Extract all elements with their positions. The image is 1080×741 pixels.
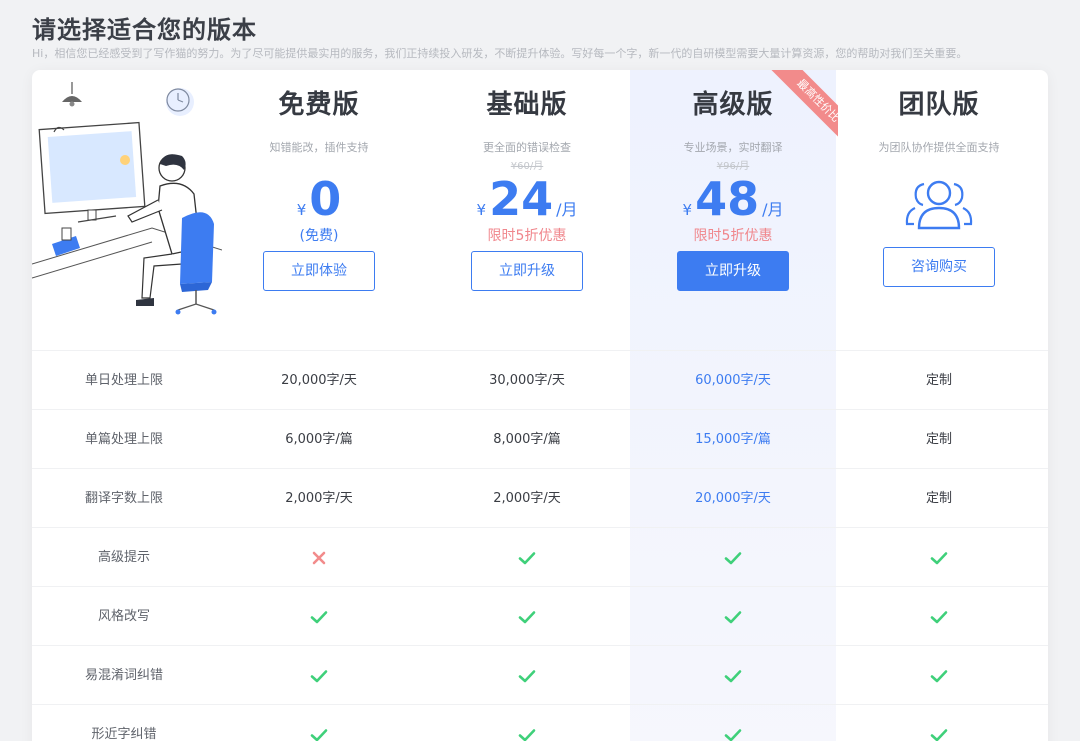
plan-basic: 基础版 更全面的错误检查 ¥60/月 ¥ 24 /月 限时5折优惠 立即升级 [424,70,630,315]
team-icon [836,171,1042,237]
plan-desc: 为团队协作提供全面支持 [878,141,1000,154]
feature-label: 易混淆词纠错 [84,668,163,683]
check-icon [424,587,630,646]
plan-old-price [216,157,422,171]
feature-value: 2,000字/天 [493,491,561,506]
feature-label: 单日处理上限 [84,373,163,388]
check-icon [424,528,630,587]
feature-value: 定制 [925,432,952,447]
check-icon [630,528,836,587]
plan-desc: 知错能改，插件支持 [269,141,369,154]
price-unit: /月 [556,200,578,219]
price-unit: /月 [762,200,784,219]
plan-name: 团队版 [898,90,980,120]
check-icon [630,646,836,705]
feature-row: 形近字纠错 [32,704,1048,741]
price-value: 48 [695,172,760,226]
check-icon [424,646,630,705]
currency: ¥ [296,201,307,219]
check-icon [630,705,836,741]
best-value-ribbon: 最高性价比 [750,70,838,158]
feature-row: 风格改写 [32,586,1048,645]
plan-old-price: ¥60/月 [510,161,544,172]
feature-value: 定制 [925,491,952,506]
check-icon [836,587,1042,646]
feature-value: 20,000字/天 [695,491,771,506]
feature-row: 单篇处理上限 6,000字/篇 8,000字/篇 15,000字/篇 定制 [32,409,1048,468]
upgrade-basic-button[interactable]: 立即升级 [471,251,583,291]
plan-note: 限时5折优惠 [693,228,773,244]
plan-note: 限时5折优惠 [487,228,567,244]
feature-value: 8,000字/篇 [493,432,561,447]
feature-label: 形近字纠错 [91,727,157,741]
check-icon [216,587,422,646]
upgrade-advanced-button[interactable]: 立即升级 [677,251,789,291]
check-icon [836,705,1042,741]
feature-value: 30,000字/天 [489,373,565,388]
feature-row: 单日处理上限 20,000字/天 30,000字/天 60,000字/天 定制 [32,350,1048,409]
feature-label: 风格改写 [97,609,150,624]
feature-value: 60,000字/天 [695,373,771,388]
check-icon [836,528,1042,587]
currency: ¥ [682,201,693,219]
feature-value: 2,000字/天 [285,491,353,506]
feature-label: 翻译字数上限 [84,491,163,506]
consult-buy-button[interactable]: 咨询购买 [883,247,995,287]
feature-row: 易混淆词纠错 [32,645,1048,704]
feature-value: 定制 [925,373,952,388]
check-icon [630,587,836,646]
pricing-card: 免费版 知错能改，插件支持 ¥ 0 (免费) 立即体验 基础版 更全面的错误检查… [32,70,1048,741]
plan-note: (免费) [299,228,339,244]
check-icon [836,646,1042,705]
ribbon-label: 最高性价比 [767,70,838,152]
page-title: 请选择适合您的版本 [32,16,257,44]
check-icon [424,705,630,741]
plan-old-price: ¥96/月 [716,161,750,172]
price: ¥ 24 /月 [424,173,630,225]
feature-row: 高级提示 [32,527,1048,586]
try-now-button[interactable]: 立即体验 [263,251,375,291]
check-icon [216,646,422,705]
currency: ¥ [476,201,487,219]
feature-value: 20,000字/天 [281,373,357,388]
check-icon [216,705,422,741]
price: ¥ 0 [216,173,422,225]
feature-label: 单篇处理上限 [84,432,163,447]
plan-free: 免费版 知错能改，插件支持 ¥ 0 (免费) 立即体验 [216,70,422,315]
office-illustration [32,82,222,315]
price: ¥ 48 /月 [630,173,836,225]
cross-icon [216,528,422,587]
feature-value: 6,000字/篇 [285,432,353,447]
plan-team: 团队版 为团队协作提供全面支持 咨询购买 [836,70,1042,315]
feature-row: 翻译字数上限 2,000字/天 2,000字/天 20,000字/天 定制 [32,468,1048,527]
feature-value: 15,000字/篇 [695,432,771,447]
plan-desc: 更全面的错误检查 [483,141,571,154]
plan-name: 基础版 [486,90,568,120]
price-value: 24 [489,172,554,226]
page-subtitle: Hi，相信您已经感受到了写作猫的努力。为了尽可能提供最实用的服务，我们正持续投入… [32,47,968,60]
price-value: 0 [309,172,342,226]
plan-name: 免费版 [278,90,360,120]
feature-label: 高级提示 [97,550,150,565]
